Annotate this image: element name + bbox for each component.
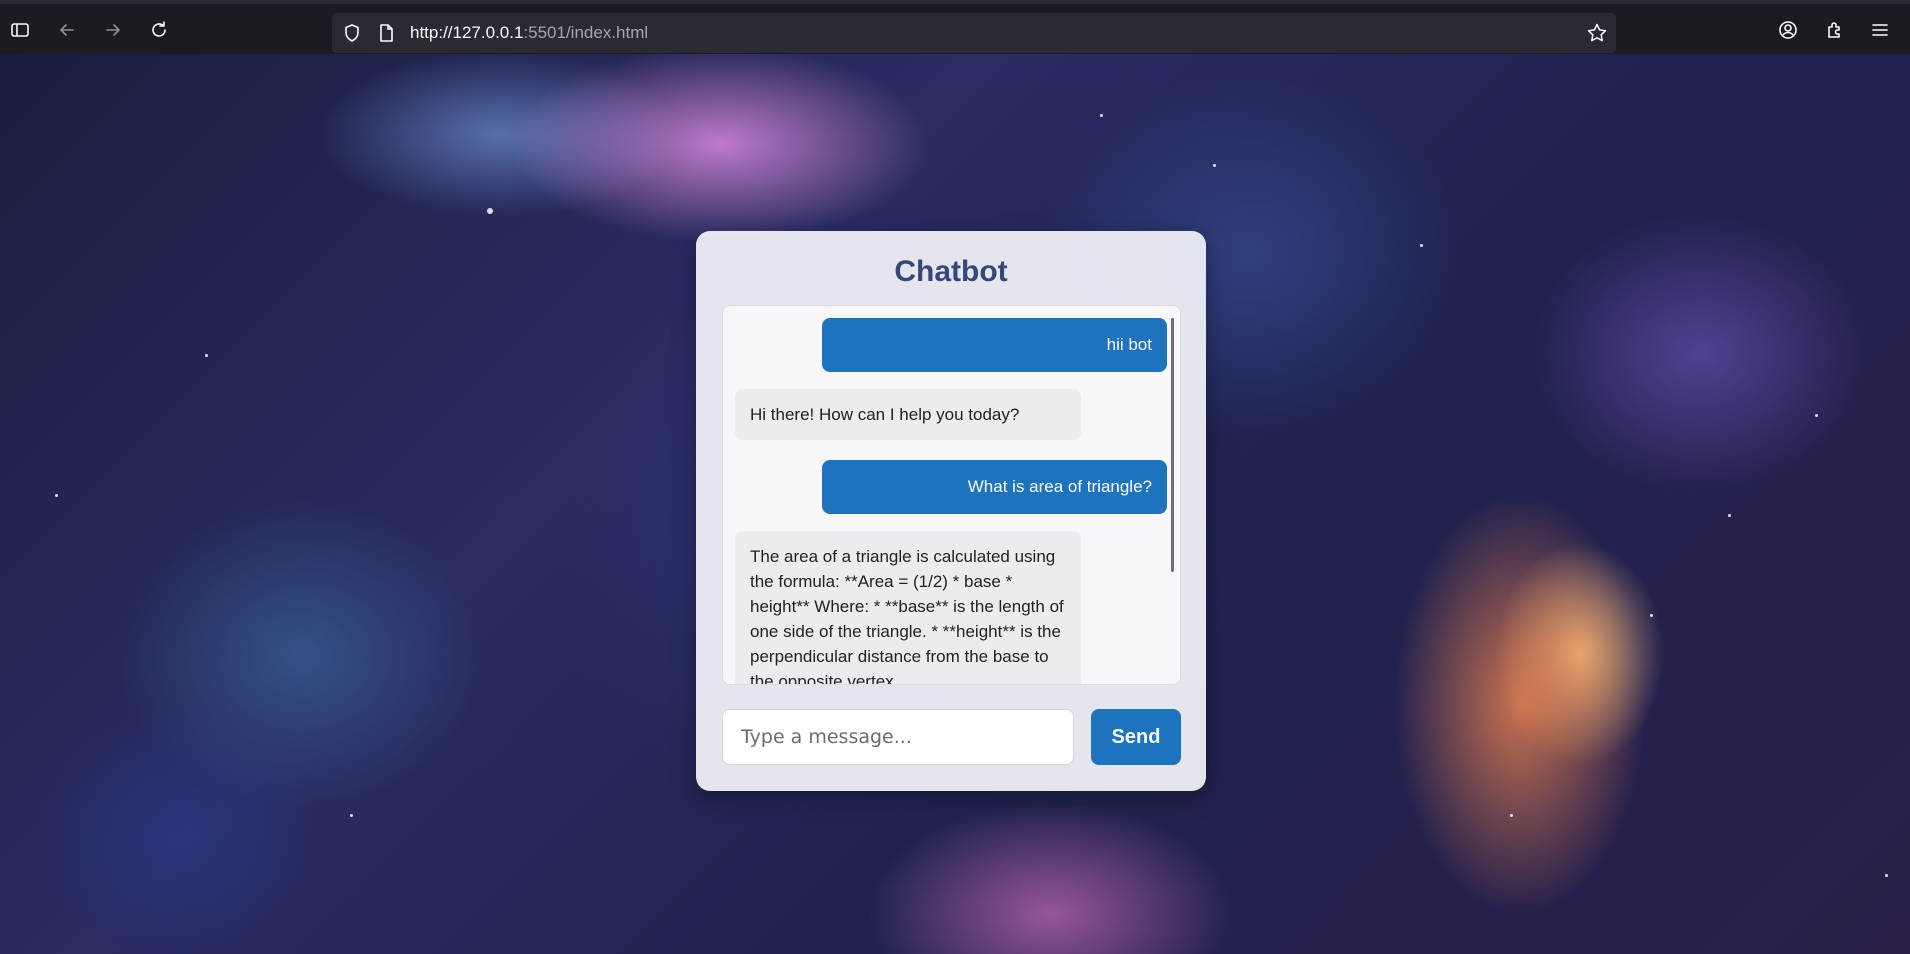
star-decoration (1728, 514, 1731, 517)
tracking-protection-shield-icon[interactable] (342, 23, 362, 43)
reload-icon[interactable] (145, 16, 173, 44)
send-button[interactable]: Send (1091, 709, 1181, 765)
chat-messages[interactable]: hii bot Hi there! How can I help you tod… (722, 305, 1181, 685)
account-icon[interactable] (1774, 16, 1802, 44)
star-decoration (1510, 814, 1513, 817)
back-arrow-icon[interactable] (53, 16, 81, 44)
star-decoration (350, 814, 353, 817)
chat-title: Chatbot (894, 255, 1008, 288)
messages-scrollbar[interactable] (1171, 318, 1174, 572)
message-input[interactable] (722, 709, 1074, 765)
star-decoration (1815, 414, 1818, 417)
bookmark-star-icon[interactable] (1586, 22, 1608, 44)
address-bar[interactable]: http://127.0.0.1:5501/index.html (332, 13, 1616, 53)
url-text[interactable]: http://127.0.0.1:5501/index.html (410, 23, 648, 43)
menu-hamburger-icon[interactable] (1866, 16, 1894, 44)
url-path: :5501/index.html (523, 23, 649, 42)
star-decoration (1650, 614, 1653, 617)
extensions-puzzle-icon[interactable] (1821, 16, 1849, 44)
browser-toolbar: http://127.0.0.1:5501/index.html (0, 0, 1910, 54)
star-decoration (205, 354, 208, 357)
forward-arrow-icon[interactable] (99, 16, 127, 44)
star-decoration (1420, 244, 1423, 247)
page-info-icon[interactable] (376, 23, 396, 43)
chatbot-container: Chatbot hii bot Hi there! How can I help… (696, 231, 1206, 791)
bot-message: The area of a triangle is calculated usi… (735, 531, 1081, 684)
sidebar-toggle-icon[interactable] (6, 16, 34, 44)
star-decoration (1885, 874, 1888, 877)
bot-message: Hi there! How can I help you today? (735, 389, 1081, 440)
star-decoration (487, 208, 493, 214)
star-decoration (1100, 114, 1103, 117)
user-message: What is area of triangle? (822, 460, 1167, 514)
user-message: hii bot (822, 318, 1167, 372)
star-decoration (1213, 164, 1216, 167)
star-decoration (55, 494, 58, 497)
url-host: http://127.0.0.1 (410, 23, 524, 42)
